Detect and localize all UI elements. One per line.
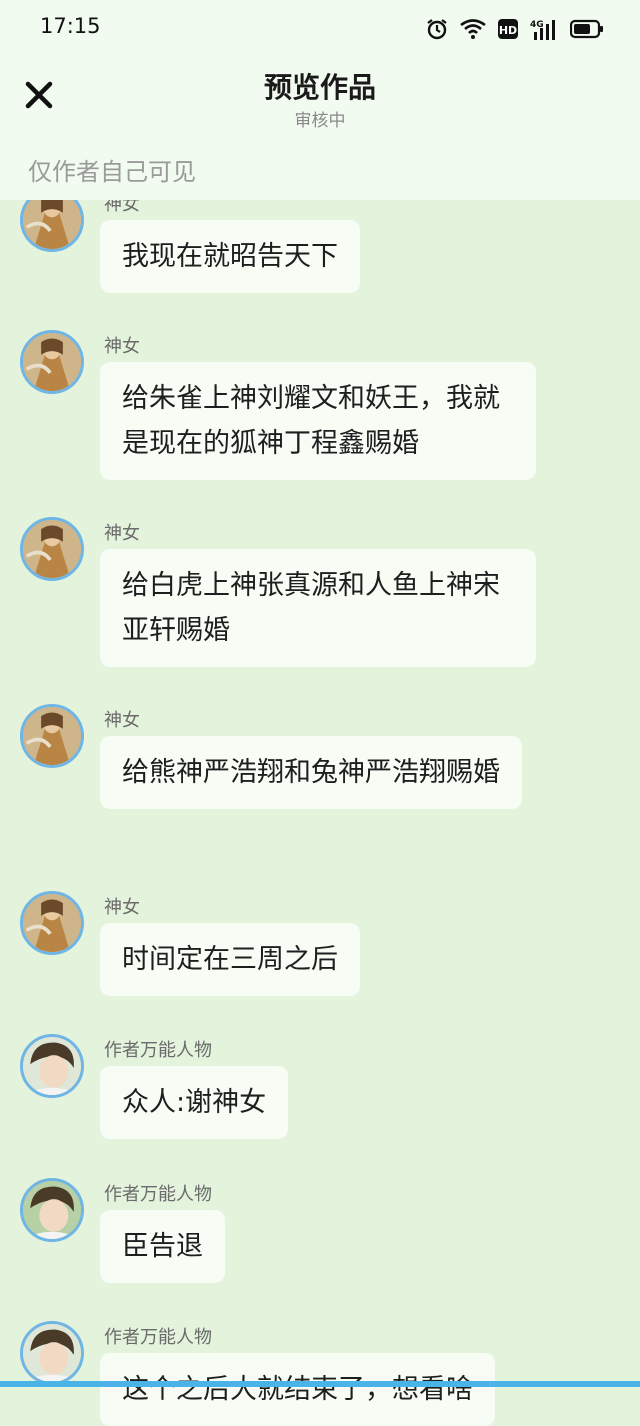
message-bubble[interactable]: 我现在就昭告天下	[100, 220, 360, 293]
bottom-input-bar	[0, 1381, 640, 1387]
alarm-icon	[426, 18, 448, 40]
message-bubble[interactable]: 给熊神严浩翔和兔神严浩翔赐婚	[100, 736, 522, 809]
sender-name: 神女	[104, 336, 140, 357]
message-bubble[interactable]: 这个之后大就结束了，想看啥	[100, 1353, 495, 1426]
author-avatar[interactable]	[20, 1321, 84, 1385]
goddess-avatar[interactable]	[20, 517, 84, 581]
sender-name: 作者万能人物	[104, 1184, 212, 1205]
hd-label: HD	[499, 24, 517, 37]
sender-name: 神女	[104, 710, 140, 731]
sender-name: 神女	[104, 523, 140, 544]
4g-signal-icon: 4G	[530, 18, 558, 40]
message-bubble[interactable]: 众人:谢神女	[100, 1066, 289, 1139]
goddess-avatar[interactable]	[20, 704, 84, 768]
sender-name: 神女	[104, 897, 140, 918]
message-bubble[interactable]: 给白虎上神张真源和人鱼上神宋亚轩赐婚	[100, 549, 536, 667]
battery-icon	[570, 19, 604, 39]
author-avatar[interactable]	[20, 1178, 84, 1242]
status-bar: 17:15 HD 4G	[0, 0, 640, 56]
message-bubble[interactable]: 臣告退	[100, 1210, 225, 1283]
chat-list[interactable]: 神女 我现在就昭告天下 神女 给朱雀上神刘耀文和妖王，我就是现在的狐神丁程鑫赐婚…	[0, 0, 640, 1426]
sender-name: 作者万能人物	[104, 1040, 212, 1061]
author-avatar[interactable]	[20, 1034, 84, 1098]
message-bubble[interactable]: 给朱雀上神刘耀文和妖王，我就是现在的狐神丁程鑫赐婚	[100, 362, 536, 480]
wifi-icon	[460, 19, 486, 39]
page-title: 预览作品	[263, 71, 376, 104]
goddess-avatar[interactable]	[20, 891, 84, 955]
message-bubble[interactable]: 时间定在三周之后	[100, 923, 360, 996]
review-status: 审核中	[294, 111, 346, 131]
sender-name: 作者万能人物	[104, 1327, 212, 1348]
status-time: 17:15	[40, 14, 101, 38]
goddess-avatar[interactable]	[20, 330, 84, 394]
hd-icon: HD	[498, 19, 518, 39]
header: 17:15 HD 4G 预览作品 审核中 仅作者自己可见	[0, 0, 640, 200]
visibility-notice: 仅作者自己可见	[28, 158, 196, 186]
